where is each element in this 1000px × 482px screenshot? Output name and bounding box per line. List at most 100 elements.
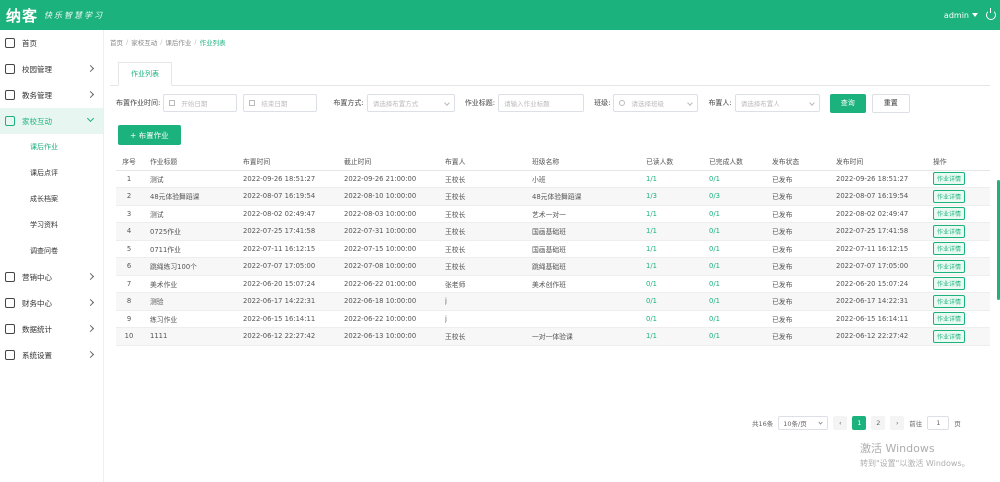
start-date-input[interactable]: 开始日期 xyxy=(163,94,238,112)
table-cell: 作业详情 xyxy=(933,277,990,291)
read-count-link[interactable]: 1/1 xyxy=(646,175,657,183)
read-count-link[interactable]: 1/3 xyxy=(646,192,657,200)
tab-homework-list[interactable]: 作业列表 xyxy=(118,62,172,86)
done-count-link[interactable]: 0/1 xyxy=(709,227,720,235)
homework-detail-button[interactable]: 作业详情 xyxy=(933,172,966,186)
table-header: 序号 作业标题 布置时间 截止时间 布置人 班级名称 已读人数 已完成人数 发布… xyxy=(116,153,990,171)
table-cell: 2022-06-12 22:27:42 xyxy=(243,332,316,341)
breadcrumb-separator: / xyxy=(194,38,197,46)
sidebar-item-stats[interactable]: 数据统计 xyxy=(0,316,103,342)
sidebar-subitem-survey[interactable]: 调查问卷 xyxy=(0,238,103,264)
table-cell: 48元体验舞蹈课 xyxy=(150,193,200,202)
user-menu[interactable]: admin xyxy=(944,11,978,20)
goto-page-input[interactable]: 1 xyxy=(927,416,950,430)
class-select[interactable]: 请选择班级 xyxy=(613,94,699,112)
done-count-link[interactable]: 0/1 xyxy=(709,210,720,218)
table-cell: 3 xyxy=(126,209,132,218)
chevron-down-icon xyxy=(808,100,815,106)
breadcrumb-homework[interactable]: 课后作业 xyxy=(165,37,191,47)
done-count-link[interactable]: 0/1 xyxy=(709,262,720,270)
read-count-link[interactable]: 1/1 xyxy=(646,210,657,218)
homework-detail-button[interactable]: 作业详情 xyxy=(933,224,966,238)
table-cell: 2022-07-07 17:05:00 xyxy=(243,262,316,271)
finance-icon xyxy=(5,298,15,308)
read-count-link[interactable]: 1/1 xyxy=(646,332,657,340)
settings-icon xyxy=(5,350,15,360)
homework-detail-button[interactable]: 作业详情 xyxy=(933,294,966,308)
read-count-link[interactable]: 1/1 xyxy=(646,262,657,270)
page-size-select[interactable]: 10条/页 xyxy=(778,416,829,430)
table-cell: 测试 xyxy=(150,175,164,184)
add-homework-button[interactable]: + 布置作业 xyxy=(118,125,181,145)
table-cell: 2022-06-20 15:07:24 xyxy=(243,279,316,288)
done-count-link[interactable]: 0/1 xyxy=(709,280,720,288)
title-input[interactable]: 请输入作业标题 xyxy=(498,94,585,112)
header-cell: 布置时间 xyxy=(243,158,271,167)
sidebar-item-finance[interactable]: 财务中心 xyxy=(0,290,103,316)
sidebar-item-home[interactable]: 首页 xyxy=(0,30,103,56)
read-count-link[interactable]: 1/1 xyxy=(646,227,657,235)
sidebar-subitem-materials[interactable]: 学习资料 xyxy=(0,212,103,238)
publisher-select[interactable]: 请选择布置人 xyxy=(734,94,820,112)
publisher-placeholder: 请选择布置人 xyxy=(740,100,780,108)
table-cell: 2022-08-02 02:49:47 xyxy=(243,209,316,218)
homework-detail-button[interactable]: 作业详情 xyxy=(933,259,966,273)
start-date-placeholder: 开始日期 xyxy=(181,100,208,108)
table-cell: 已发布 xyxy=(772,280,793,289)
read-count-link[interactable]: 0/1 xyxy=(646,297,657,305)
page-button-1[interactable]: 1 xyxy=(852,416,867,430)
done-count-link[interactable]: 0/1 xyxy=(709,245,720,253)
next-page-button[interactable]: › xyxy=(890,416,905,430)
sidebar-item-campus[interactable]: 校园管理 xyxy=(0,56,103,82)
homework-detail-button[interactable]: 作业详情 xyxy=(933,277,966,291)
sidebar-item-academic[interactable]: 教务管理 xyxy=(0,82,103,108)
class-icon xyxy=(619,100,626,106)
prev-page-button[interactable]: ‹ xyxy=(833,416,848,430)
done-count-link[interactable]: 0/1 xyxy=(709,297,720,305)
breadcrumb-interaction[interactable]: 家校互动 xyxy=(131,37,157,47)
read-count-link[interactable]: 1/1 xyxy=(646,245,657,253)
chevron-right-icon xyxy=(86,64,95,73)
homework-detail-button[interactable]: 作业详情 xyxy=(933,189,966,203)
logo: 纳客 xyxy=(6,6,39,25)
homework-detail-button[interactable]: 作业详情 xyxy=(933,242,966,256)
table-cell: 1 xyxy=(126,174,132,183)
windows-activation-watermark: 激活 Windows 转到"设置"以激活 Windows。 xyxy=(860,440,970,469)
done-count-link[interactable]: 0/3 xyxy=(709,192,720,200)
sidebar-item-marketing[interactable]: 营销中心 xyxy=(0,264,103,290)
table-cell: 0711作业 xyxy=(150,245,181,254)
done-count-link[interactable]: 0/1 xyxy=(709,332,720,340)
table-cell: 2022-06-15 16:14:11 xyxy=(243,314,316,323)
done-count-link[interactable]: 0/1 xyxy=(709,175,720,183)
table-cell: 王校长 xyxy=(445,175,466,184)
header-cell: 序号 xyxy=(122,158,136,167)
table-cell: 1/3 xyxy=(646,192,709,200)
sidebar-item-settings[interactable]: 系统设置 xyxy=(0,342,103,368)
method-select[interactable]: 请选择布置方式 xyxy=(366,94,455,112)
breadcrumb: 首页 / 家校互动 / 课后作业 / 作业列表 xyxy=(110,36,226,48)
table-row: 8 测验 2022-06-17 14:22:31 2022-06-18 10:00:0… xyxy=(116,293,990,311)
table-cell: j xyxy=(445,314,447,323)
sidebar-subitem-homework[interactable]: 课后作业 xyxy=(0,134,103,160)
table-cell: 艺术一对一 xyxy=(532,210,566,219)
table-cell: 美术创作班 xyxy=(532,280,566,289)
table-cell: 作业详情 xyxy=(933,224,990,238)
sidebar-subitem-review[interactable]: 课后点评 xyxy=(0,160,103,186)
homework-detail-button[interactable]: 作业详情 xyxy=(933,312,966,326)
breadcrumb-home[interactable]: 首页 xyxy=(110,37,123,47)
page-button-2[interactable]: 2 xyxy=(871,416,886,430)
query-button[interactable]: 查询 xyxy=(829,93,866,113)
done-count-link[interactable]: 0/1 xyxy=(709,315,720,323)
logout-icon[interactable] xyxy=(986,8,996,20)
homework-detail-button[interactable]: 作业详情 xyxy=(933,329,966,343)
sidebar-subitem-growth[interactable]: 成长档案 xyxy=(0,186,103,212)
end-date-input[interactable]: 结束日期 xyxy=(243,94,318,112)
sidebar-item-interaction[interactable]: 家校互动 xyxy=(0,108,103,134)
table-cell: 2022-07-25 17:41:58 xyxy=(243,227,316,236)
table-cell: 2022-08-07 16:19:54 xyxy=(836,192,909,201)
read-count-link[interactable]: 0/1 xyxy=(646,315,657,323)
reset-button[interactable]: 重置 xyxy=(871,93,910,113)
homework-detail-button[interactable]: 作业详情 xyxy=(933,207,966,221)
table-cell: 张老师 xyxy=(445,280,466,289)
read-count-link[interactable]: 0/1 xyxy=(646,280,657,288)
